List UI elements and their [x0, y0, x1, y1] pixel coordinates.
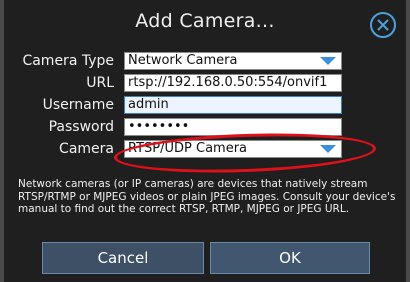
cancel-button[interactable]: Cancel [42, 242, 204, 274]
username-label: Username [42, 97, 114, 113]
url-label: URL [86, 75, 114, 91]
dialog-title: Add Camera... [135, 10, 275, 32]
camera-type-select[interactable]: Network Camera [124, 52, 342, 70]
description-text: Network cameras (or IP cameras) are devi… [18, 178, 396, 215]
camera-type-label: Camera Type [22, 53, 114, 69]
password-label: Password [48, 119, 114, 135]
username-input[interactable]: admin [124, 96, 342, 114]
password-row: Password •••••••• [4, 118, 406, 138]
add-camera-dialog: Add Camera... Camera Type Network Camera… [4, 0, 406, 282]
url-input[interactable]: rtsp://192.168.0.50:554/onvif1 [124, 74, 342, 92]
url-row: URL rtsp://192.168.0.50:554/onvif1 [4, 74, 406, 94]
camera-type-row: Camera Type Network Camera [4, 52, 406, 72]
close-circle-icon [377, 19, 389, 31]
ok-button[interactable]: OK [210, 242, 370, 274]
username-row: Username admin [4, 96, 406, 116]
chevron-down-icon [320, 57, 336, 65]
camera-type-value: Network Camera [128, 53, 238, 68]
camera-label: Camera [59, 141, 114, 157]
close-button[interactable] [370, 12, 396, 38]
